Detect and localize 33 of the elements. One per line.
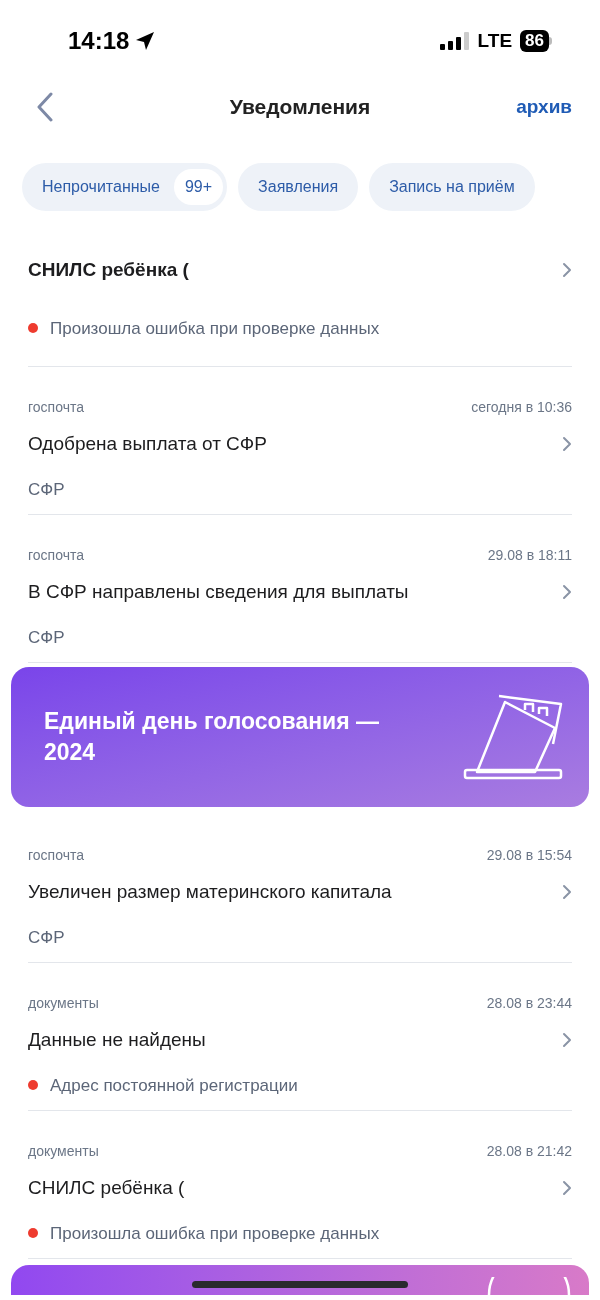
notification-note: Произошла ошибка при проверке данных xyxy=(50,317,380,340)
time-label: 28.08 в 23:44 xyxy=(486,993,572,1013)
category-label: госпочта xyxy=(28,397,84,417)
category-label: госпочта xyxy=(28,545,84,565)
notification-title[interactable]: СНИЛС ребёнка ( xyxy=(28,256,189,285)
filter-tab[interactable]: Заявления xyxy=(238,163,359,211)
notification-note: СФР xyxy=(28,926,65,949)
network-label: LTE xyxy=(477,28,513,53)
notification-title[interactable]: Увеличен размер материнского капитала xyxy=(28,878,392,907)
time-label: 29.08 в 18:11 xyxy=(487,545,572,565)
promo-banner[interactable]: Единый день голосования — 2024 xyxy=(11,667,589,807)
status-time: 14:18 xyxy=(68,26,130,56)
notification-title[interactable]: Одобрена выплата от СФР xyxy=(28,430,267,459)
time-label: 29.08 в 15:54 xyxy=(486,845,572,865)
notification-note: СФР xyxy=(28,626,65,649)
notification-title[interactable]: СНИЛС ребёнка ( xyxy=(28,1174,185,1203)
battery-level: 86 xyxy=(520,30,549,52)
filter-tab[interactable]: Запись на приём xyxy=(369,163,535,211)
banner-title: Единый день голосования — 2024 xyxy=(44,707,381,767)
count-badge: 99+ xyxy=(173,169,224,205)
page-title: Уведомления xyxy=(229,94,371,121)
notification-title[interactable]: Данные не найдены xyxy=(28,1026,206,1055)
archive-link[interactable]: архив xyxy=(516,92,572,122)
category-label: госпочта xyxy=(28,845,84,865)
category-label: документы xyxy=(28,1141,99,1161)
notification-note: Адрес постоянной регистрации xyxy=(50,1074,298,1097)
filter-tab[interactable]: Непрочитанные 99+ xyxy=(22,163,228,211)
time-label: сегодня в 10:36 xyxy=(471,397,572,417)
notification-note: СФР xyxy=(28,478,65,501)
notification-title[interactable]: В СФР направлены сведения для выплаты xyxy=(28,578,409,607)
time-label: 28.08 в 21:42 xyxy=(486,1141,572,1161)
category-label: документы xyxy=(28,993,99,1013)
notification-note: Произошла ошибка при проверке данных xyxy=(50,1222,380,1245)
